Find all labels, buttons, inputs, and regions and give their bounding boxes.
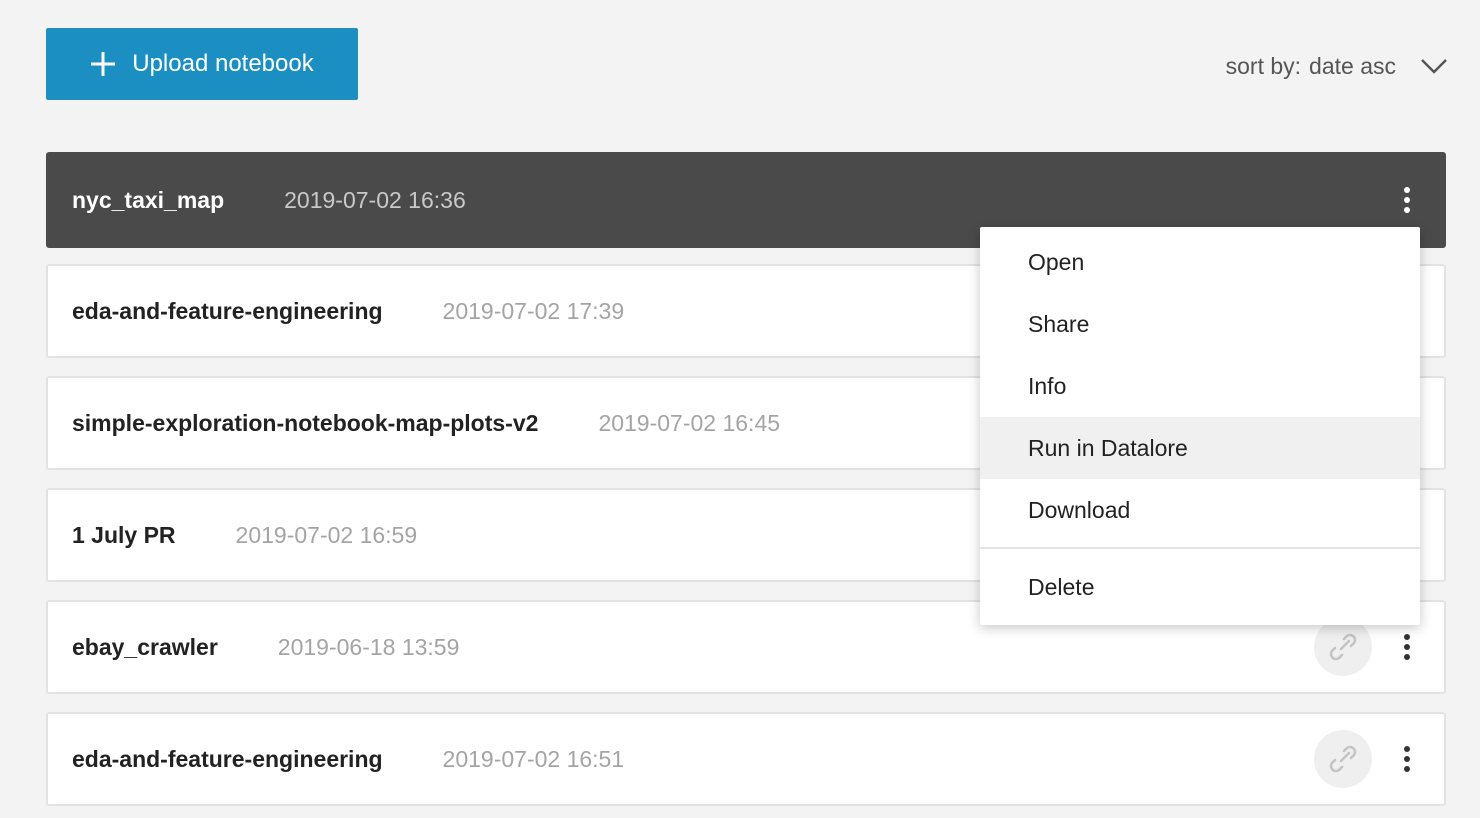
notebook-date: 2019-06-18 13:59 — [277, 633, 460, 660]
notebook-name[interactable]: 1 July PR — [72, 522, 176, 549]
more-options-icon[interactable] — [1396, 184, 1418, 216]
notebook-date: 2019-07-02 16:51 — [442, 745, 625, 772]
notebook-name[interactable]: eda-and-feature-engineering — [72, 746, 383, 773]
plus-icon — [90, 51, 116, 77]
chevron-down-icon[interactable] — [1420, 57, 1448, 75]
context-menu: Open Share Info Run in Datalore Download… — [980, 227, 1420, 625]
notebook-row[interactable]: eda-and-feature-engineering 2019-07-02 1… — [46, 712, 1446, 806]
notebook-name[interactable]: nyc_taxi_map — [72, 187, 224, 214]
sort-label: sort by: — [1225, 52, 1302, 79]
notebook-date: 2019-07-02 17:39 — [442, 297, 625, 324]
notebook-date: 2019-07-02 16:59 — [235, 521, 418, 548]
menu-item-share[interactable]: Share — [980, 293, 1420, 355]
more-options-icon[interactable] — [1396, 631, 1418, 663]
sort-value: date asc — [1309, 52, 1396, 79]
share-link-icon[interactable] — [1314, 730, 1372, 788]
upload-notebook-button[interactable]: Upload notebook — [46, 28, 358, 100]
notebook-name[interactable]: ebay_crawler — [72, 634, 218, 661]
menu-item-delete[interactable]: Delete — [980, 555, 1420, 625]
notebook-date: 2019-07-02 16:45 — [598, 409, 781, 436]
more-options-icon[interactable] — [1396, 743, 1418, 775]
sort-dropdown[interactable]: sort by: date asc — [1226, 44, 1448, 88]
menu-item-info[interactable]: Info — [980, 355, 1420, 417]
menu-item-run-in-datalore[interactable]: Run in Datalore — [980, 417, 1420, 479]
notebook-name[interactable]: simple-exploration-notebook-map-plots-v2 — [72, 410, 538, 437]
menu-item-open[interactable]: Open — [980, 231, 1420, 293]
notebook-date: 2019-07-02 16:36 — [284, 186, 466, 213]
notebooks-page: Upload notebook sort by: date asc nyc_ta… — [0, 0, 1480, 818]
upload-notebook-label: Upload notebook — [132, 50, 314, 77]
menu-item-download[interactable]: Download — [980, 479, 1420, 541]
notebook-name[interactable]: eda-and-feature-engineering — [72, 298, 383, 325]
menu-divider — [980, 547, 1420, 549]
share-link-icon[interactable] — [1314, 618, 1372, 676]
